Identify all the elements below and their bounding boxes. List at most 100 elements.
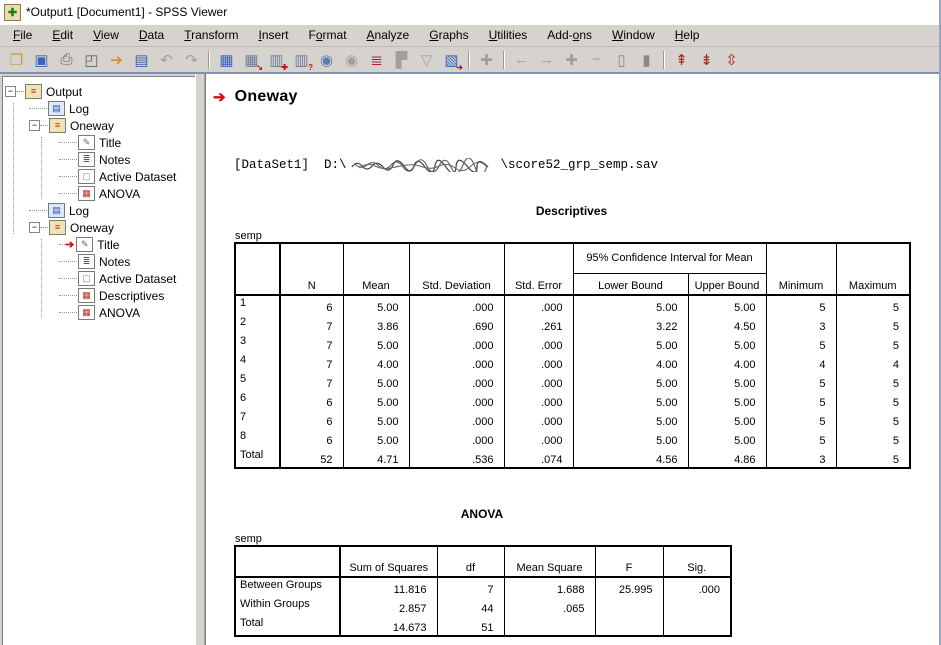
outline-label[interactable]: Log xyxy=(69,102,93,116)
outline-expand-button[interactable]: ⇟ xyxy=(694,49,719,70)
value-cell xyxy=(663,597,731,616)
row-label-cell: Between Groups xyxy=(235,577,340,597)
outline-label[interactable]: Descriptives xyxy=(99,289,168,303)
goto-case-button[interactable]: ▦↘ xyxy=(239,49,264,70)
insert-text-button[interactable]: ▧➔ xyxy=(439,49,464,70)
pane-splitter[interactable] xyxy=(195,74,205,645)
outline-label[interactable]: Title xyxy=(99,136,125,150)
menu-help[interactable]: Help xyxy=(665,26,710,45)
outline-label[interactable]: Oneway xyxy=(70,221,118,235)
outline-label[interactable]: Oneway xyxy=(70,119,118,133)
outline-label[interactable]: Active Dataset xyxy=(99,272,180,286)
col-header-ci: 95% Confidence Interval for Mean xyxy=(573,243,766,273)
outline-size-button[interactable]: ⇳ xyxy=(719,49,744,70)
collapse-expander[interactable]: − xyxy=(29,120,40,131)
insert-cases-button[interactable]: ▥✚ xyxy=(264,49,289,70)
outline-item-title[interactable]: ✎Title xyxy=(3,134,195,151)
table-icon: ▦ xyxy=(78,186,95,201)
value-cell: 3 xyxy=(766,315,836,334)
outline-label[interactable]: ANOVA xyxy=(99,306,144,320)
variables-button[interactable]: ▥? xyxy=(289,49,314,70)
menu-edit[interactable]: Edit xyxy=(42,26,83,45)
save-button[interactable]: ▣ xyxy=(29,49,54,70)
menu-graphs[interactable]: Graphs xyxy=(419,26,478,45)
outline-label[interactable]: Output xyxy=(46,85,86,99)
outline-item-notes[interactable]: ≣Notes xyxy=(3,253,195,270)
table-row: 575.00.000.0005.005.0055 xyxy=(235,372,910,391)
table-row: Within Groups2.85744.065 xyxy=(235,597,731,616)
outline-item-anova[interactable]: ▦ANOVA xyxy=(3,304,195,321)
menu-analyze[interactable]: Analyze xyxy=(357,26,420,45)
value-cell: .000 xyxy=(409,353,504,372)
menu-data[interactable]: Data xyxy=(129,26,174,45)
collapse-expander[interactable]: − xyxy=(5,86,16,97)
table-icon: ▦ xyxy=(78,288,95,303)
col-header-mean: Mean xyxy=(343,243,409,295)
insert-title-icon: ▽ xyxy=(421,51,433,69)
log-text[interactable]: [DataSet1] D:\ \score52_grp_semp.sav xyxy=(234,158,939,172)
outline-collapse-button[interactable]: ⇞ xyxy=(669,49,694,70)
outline-item-anova[interactable]: ▦ ANOVA xyxy=(3,185,195,202)
outline-label[interactable]: Notes xyxy=(99,255,134,269)
save-icon: ▣ xyxy=(34,51,48,69)
outline-item-descriptives[interactable]: ▦ Descriptives xyxy=(3,287,195,304)
find-button[interactable]: ◉ xyxy=(314,49,339,70)
col-header-upper: Upper Bound xyxy=(688,273,766,295)
value-cell: 4.86 xyxy=(688,448,766,468)
select-last-output-button[interactable]: ≣ xyxy=(364,49,389,70)
value-cell xyxy=(595,597,663,616)
value-cell: 5 xyxy=(836,429,910,448)
outline-item-title[interactable]: ➔✎Title xyxy=(3,236,195,253)
value-cell: 6 xyxy=(280,295,343,315)
descriptives-table[interactable]: N Mean Std. Deviation Std. Error 95% Con… xyxy=(234,242,911,469)
insert-title-button: ▽ xyxy=(414,49,439,70)
outline-label[interactable]: Title xyxy=(97,238,123,252)
outline-label[interactable]: Active Dataset xyxy=(99,170,180,184)
outline-item-oneway[interactable]: −≡Oneway xyxy=(3,219,195,236)
outline-label[interactable]: ANOVA xyxy=(99,187,144,201)
tree-connector xyxy=(59,142,77,143)
value-cell: 5 xyxy=(766,391,836,410)
print-preview-button[interactable]: ◰ xyxy=(79,49,104,70)
outline-label[interactable]: Log xyxy=(69,204,93,218)
value-cell: 5.00 xyxy=(573,372,688,391)
show-button[interactable]: ▯ xyxy=(609,49,634,70)
menu-bar: FileEditViewDataTransformInsertFormatAna… xyxy=(0,24,939,47)
goto-data-button[interactable]: ▦ xyxy=(214,49,239,70)
print-preview-icon: ◰ xyxy=(84,51,98,69)
menu-file[interactable]: File xyxy=(3,26,42,45)
dialog-recall-button[interactable]: ▤ xyxy=(129,49,154,70)
collapse-expander[interactable]: − xyxy=(29,222,40,233)
export-button[interactable]: ➔ xyxy=(104,49,129,70)
outline-item-log[interactable]: ▤Log xyxy=(3,202,195,219)
descriptives-caption: semp xyxy=(235,230,909,242)
value-cell: 44 xyxy=(437,597,504,616)
descriptives-title: Descriptives xyxy=(234,204,909,218)
outline-label[interactable]: Notes xyxy=(99,153,134,167)
menu-window[interactable]: Window xyxy=(602,26,665,45)
menu-view[interactable]: View xyxy=(83,26,129,45)
menu-format[interactable]: Format xyxy=(299,26,357,45)
table-row: Total14.67351 xyxy=(235,616,731,636)
open-button[interactable]: ❐ xyxy=(4,49,29,70)
outline-item-active-dataset[interactable]: ▢Active Dataset xyxy=(3,168,195,185)
value-cell: 5.00 xyxy=(688,391,766,410)
anova-table[interactable]: Sum of Squares df Mean Square F Sig. Bet… xyxy=(234,545,732,637)
value-cell: 6 xyxy=(280,410,343,429)
menu-utilities[interactable]: Utilities xyxy=(479,26,538,45)
print-button[interactable]: ⎙ xyxy=(54,49,79,70)
menu-add-ons[interactable]: Add-ons xyxy=(537,26,602,45)
table-row: 865.00.000.0005.005.0055 xyxy=(235,429,910,448)
outline-item-notes[interactable]: ≣Notes xyxy=(3,151,195,168)
output-heading[interactable]: Oneway xyxy=(235,88,298,106)
outline-item-oneway[interactable]: −≡Oneway xyxy=(3,117,195,134)
menu-insert[interactable]: Insert xyxy=(248,26,298,45)
outline-item-log[interactable]: ▤Log xyxy=(3,100,195,117)
row-label-cell: 5 xyxy=(235,372,280,391)
insert-text-badge: ➔ xyxy=(456,63,463,72)
hide-button[interactable]: ▮ xyxy=(634,49,659,70)
outline-item-active-dataset[interactable]: ▢Active Dataset xyxy=(3,270,195,287)
col-header-max: Maximum xyxy=(836,243,910,295)
outline-item-output[interactable]: −≡Output xyxy=(3,83,195,100)
menu-transform[interactable]: Transform xyxy=(174,26,248,45)
